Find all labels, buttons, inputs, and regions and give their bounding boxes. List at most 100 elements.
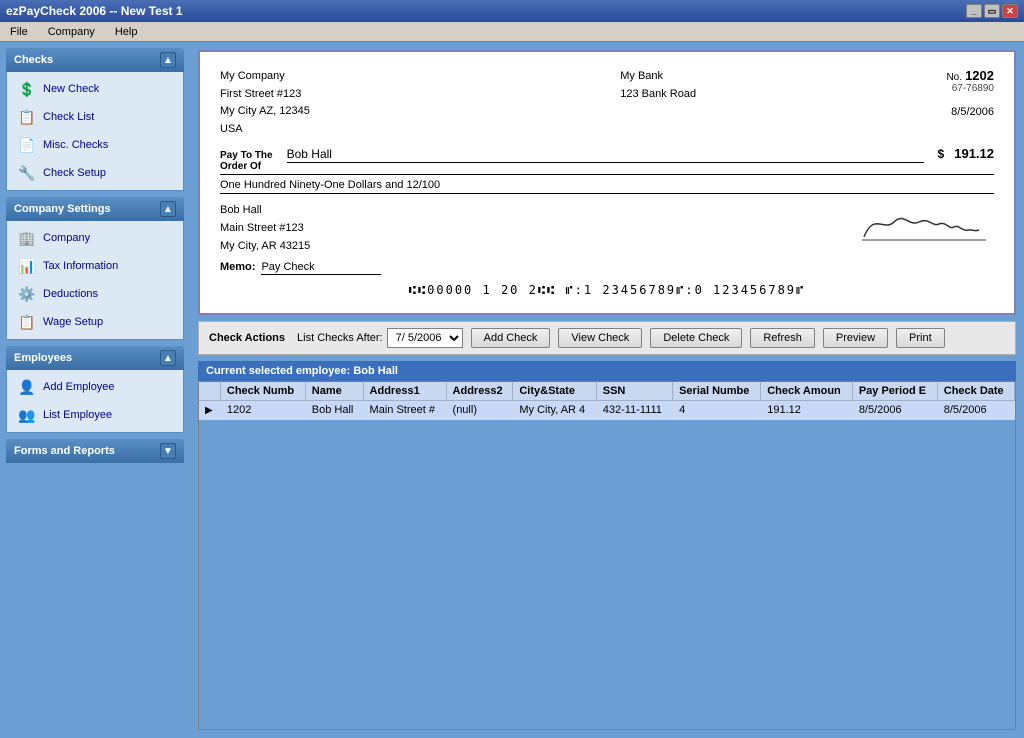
company-address1: First Street #123 xyxy=(220,86,310,104)
menu-file[interactable]: File xyxy=(4,25,34,39)
cell-address2: (null) xyxy=(446,401,513,420)
memo-label: Memo: xyxy=(220,261,255,273)
company-address2: My City AZ, 12345 xyxy=(220,103,310,121)
sidebar-item-check-list[interactable]: 📋 Check List xyxy=(13,104,177,130)
minimize-button[interactable]: _ xyxy=(966,4,982,18)
memo-row: Memo: Pay Check xyxy=(220,261,994,275)
check-number-area: No. 1202 67-76890 8/5/2006 xyxy=(946,68,994,118)
company-settings-collapse-btn[interactable] xyxy=(160,201,176,217)
sidebar-company-settings-body: 🏢 Company 📊 Tax Information ⚙️ Deduction… xyxy=(6,221,184,340)
cell-city-state: My City, AR 4 xyxy=(513,401,596,420)
bank-info: My Bank 123 Bank Road xyxy=(620,68,696,103)
doc-icon: 📄 xyxy=(17,135,37,155)
print-button[interactable]: Print xyxy=(896,328,945,348)
sidebar-section-forms-reports: Forms and Reports xyxy=(6,439,184,463)
employee-table: Check Numb Name Address1 Address2 City&S… xyxy=(199,382,1015,420)
cell-check-amount: 191.12 xyxy=(761,401,853,420)
sidebar-item-add-employee[interactable]: 👤 Add Employee xyxy=(13,374,177,400)
bank-address: 123 Bank Road xyxy=(620,86,696,104)
addressee-info: Bob Hall Main Street #123 My City, AR 43… xyxy=(220,202,310,255)
col-address1: Address1 xyxy=(363,382,446,401)
sidebar-item-company[interactable]: 🏢 Company xyxy=(13,225,177,251)
cell-serial-number: 4 xyxy=(673,401,761,420)
restore-button[interactable]: ▭ xyxy=(984,4,1000,18)
col-arrow xyxy=(199,382,220,401)
table-header-row: Check Numb Name Address1 Address2 City&S… xyxy=(199,382,1015,401)
addressee-address2: My City, AR 43215 xyxy=(220,238,310,256)
check-amount: 191.12 xyxy=(954,146,994,161)
close-button[interactable]: ✕ xyxy=(1002,4,1018,18)
title-bar: ezPayCheck 2006 -- New Test 1 _ ▭ ✕ xyxy=(0,0,1024,22)
menu-help[interactable]: Help xyxy=(109,25,144,39)
col-city-state: City&State xyxy=(513,382,596,401)
employees-collapse-btn[interactable] xyxy=(160,350,176,366)
list-icon: 📋 xyxy=(17,107,37,127)
wrench-icon: 🔧 xyxy=(17,163,37,183)
col-check-amount: Check Amoun xyxy=(761,382,853,401)
check-actions-bar: Check Actions List Checks After: 7/ 5/20… xyxy=(198,321,1016,355)
date-filter-group: List Checks After: 7/ 5/2006 xyxy=(297,328,463,348)
sidebar-item-deductions[interactable]: ⚙️ Deductions xyxy=(13,281,177,307)
check-date: 8/5/2006 xyxy=(946,106,994,118)
sidebar-forms-reports-header[interactable]: Forms and Reports xyxy=(6,439,184,463)
tax-icon: 📊 xyxy=(17,256,37,276)
cell-address1: Main Street # xyxy=(363,401,446,420)
menu-bar: File Company Help xyxy=(0,22,1024,42)
forms-reports-collapse-btn[interactable] xyxy=(160,443,176,459)
sidebar: Checks 💲 New Check 📋 Check List 📄 Misc. … xyxy=(0,42,190,738)
sidebar-item-tax-information[interactable]: 📊 Tax Information xyxy=(13,253,177,279)
routing-number: 67-76890 xyxy=(946,83,994,94)
pay-to-row: Pay To TheOrder Of Bob Hall $ 191.12 xyxy=(220,146,994,175)
refresh-button[interactable]: Refresh xyxy=(750,328,815,348)
company-country: USA xyxy=(220,121,310,139)
written-amount: One Hundred Ninety-One Dollars and 12/10… xyxy=(220,179,994,194)
date-filter-label: List Checks After: xyxy=(297,332,383,344)
check-header-row: My Company First Street #123 My City AZ,… xyxy=(220,68,994,138)
table-row[interactable]: ▶ 1202 Bob Hall Main Street # (null) My … xyxy=(199,401,1015,420)
check-bottom-row: Bob Hall Main Street #123 My City, AR 43… xyxy=(220,202,994,255)
content-area: My Company First Street #123 My City AZ,… xyxy=(190,42,1024,738)
employee-section: Current selected employee: Bob Hall Chec… xyxy=(198,361,1016,730)
pay-to-label: Pay To TheOrder Of xyxy=(220,150,273,172)
col-check-numb: Check Numb xyxy=(220,382,305,401)
memo-value: Pay Check xyxy=(261,261,381,275)
col-serial-number: Serial Numbe xyxy=(673,382,761,401)
cell-ssn: 432-11-1111 xyxy=(596,401,672,420)
dollar-icon: 💲 xyxy=(17,79,37,99)
company-icon: 🏢 xyxy=(17,228,37,248)
addressee-name: Bob Hall xyxy=(220,202,310,220)
sidebar-item-misc-checks[interactable]: 📄 Misc. Checks xyxy=(13,132,177,158)
delete-check-button[interactable]: Delete Check xyxy=(650,328,742,348)
sidebar-item-check-setup[interactable]: 🔧 Check Setup xyxy=(13,160,177,186)
sidebar-item-new-check[interactable]: 💲 New Check xyxy=(13,76,177,102)
add-check-button[interactable]: Add Check xyxy=(471,328,551,348)
cell-check-date: 8/5/2006 xyxy=(937,401,1014,420)
addressee-address1: Main Street #123 xyxy=(220,220,310,238)
cell-pay-period: 8/5/2006 xyxy=(852,401,937,420)
sidebar-item-list-employee[interactable]: 👥 List Employee xyxy=(13,402,177,428)
view-check-button[interactable]: View Check xyxy=(558,328,642,348)
preview-button[interactable]: Preview xyxy=(823,328,888,348)
company-info: My Company First Street #123 My City AZ,… xyxy=(220,68,310,138)
row-selector-arrow: ▶ xyxy=(199,401,220,420)
check-no-value: 1202 xyxy=(965,68,994,83)
sidebar-item-wage-setup[interactable]: 📋 Wage Setup xyxy=(13,309,177,335)
amount-label: $ xyxy=(938,147,945,161)
bank-name: My Bank xyxy=(620,68,696,86)
sidebar-employees-header[interactable]: Employees xyxy=(6,346,184,370)
company-name: My Company xyxy=(220,68,310,86)
menu-company[interactable]: Company xyxy=(42,25,101,39)
check-preview: My Company First Street #123 My City AZ,… xyxy=(198,50,1016,315)
employee-table-header: Current selected employee: Bob Hall xyxy=(198,361,1016,381)
col-pay-period: Pay Period E xyxy=(852,382,937,401)
date-filter-select[interactable]: 7/ 5/2006 xyxy=(387,328,463,348)
sidebar-checks-header[interactable]: Checks xyxy=(6,48,184,72)
people-icon: 👥 xyxy=(17,405,37,425)
sidebar-section-company-settings: Company Settings 🏢 Company 📊 Tax Informa… xyxy=(6,197,184,340)
window-controls: _ ▭ ✕ xyxy=(966,4,1018,18)
wage-icon: 📋 xyxy=(17,312,37,332)
checks-collapse-btn[interactable] xyxy=(160,52,176,68)
main-layout: Checks 💲 New Check 📋 Check List 📄 Misc. … xyxy=(0,42,1024,738)
sidebar-company-settings-header[interactable]: Company Settings xyxy=(6,197,184,221)
cell-name: Bob Hall xyxy=(305,401,363,420)
